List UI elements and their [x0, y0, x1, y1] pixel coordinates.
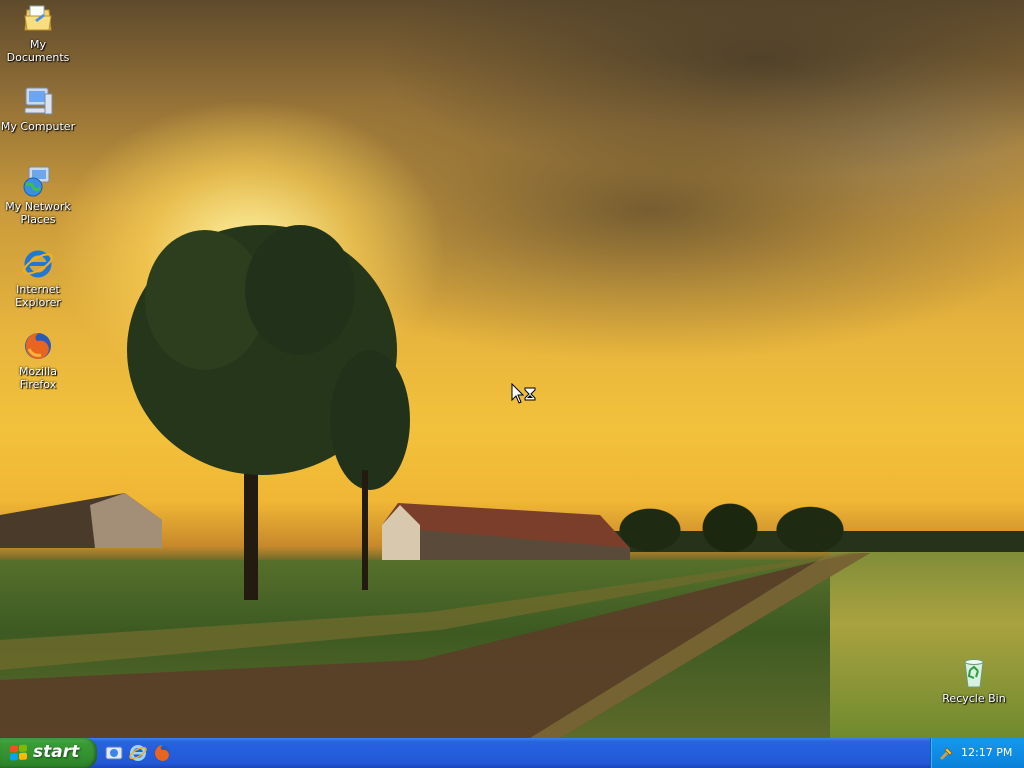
desktop-wallpaper[interactable]: My Documents My Computer My Network Plac…: [0, 0, 1024, 738]
my-documents-icon: [21, 2, 55, 36]
system-tray: 12:17 PM: [930, 738, 1024, 768]
firefox-icon[interactable]: [152, 743, 172, 763]
desktop-icon-recycle-bin[interactable]: Recycle Bin: [936, 656, 1012, 705]
desktop-icon-label: My Computer: [0, 120, 76, 133]
desktop-icon-mozilla-firefox[interactable]: Mozilla Firefox: [0, 329, 76, 391]
tray-utility-icon[interactable]: [939, 745, 955, 761]
desktop-icon-my-computer[interactable]: My Computer: [0, 84, 76, 133]
desktop-icon-internet-explorer[interactable]: Internet Explorer: [0, 247, 76, 309]
desktop-icon-label: Recycle Bin: [942, 692, 1006, 705]
start-label: start: [33, 742, 80, 762]
busy-arrow-hourglass-icon: [511, 382, 537, 405]
quick-launch-bar: [104, 743, 172, 763]
recycle-bin-icon: [957, 656, 991, 690]
wallpaper-road: [0, 225, 870, 738]
network-places-icon: [21, 164, 55, 198]
desktop-icon-label: Internet Explorer: [15, 283, 61, 309]
internet-explorer-icon[interactable]: [128, 743, 148, 763]
start-button[interactable]: start: [0, 738, 97, 768]
desktop-icon-label: My Documents: [6, 38, 70, 64]
my-computer-icon: [21, 84, 55, 118]
windows-logo-icon: [10, 744, 28, 762]
internet-explorer-icon: [21, 247, 55, 281]
firefox-icon: [21, 329, 55, 363]
show-desktop-icon[interactable]: [104, 743, 124, 763]
desktop-icon-my-network-places[interactable]: My Network Places: [0, 164, 76, 226]
desktop-icon-my-documents[interactable]: My Documents: [0, 2, 76, 64]
taskbar: start 12:17 PM: [0, 738, 1024, 768]
desktop-icon-label: My Network Places: [5, 200, 71, 226]
taskbar-clock[interactable]: 12:17 PM: [961, 746, 1012, 759]
desktop-icon-label: Mozilla Firefox: [19, 365, 57, 391]
